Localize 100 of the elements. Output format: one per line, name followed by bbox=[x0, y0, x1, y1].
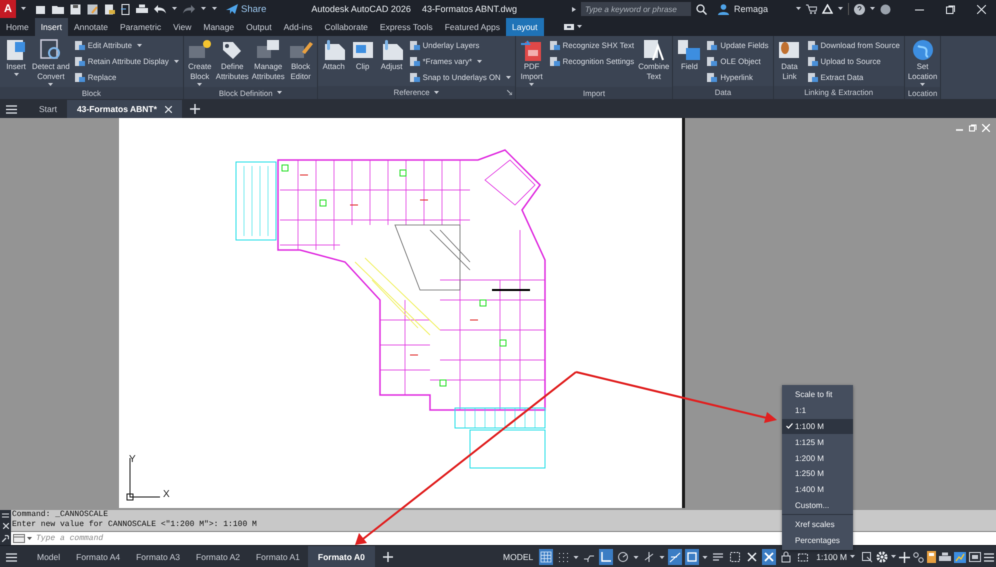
search-field[interactable]: Type a keyword or phrase bbox=[580, 2, 691, 16]
tracking-icon[interactable] bbox=[668, 549, 682, 565]
folder-icon[interactable] bbox=[52, 4, 64, 14]
polar-icon[interactable] bbox=[616, 549, 630, 565]
file-name: 43-Formatos ABNT.dwg bbox=[422, 4, 517, 14]
save-as-icon[interactable] bbox=[87, 4, 98, 14]
ribbon-tab[interactable]: Annotate bbox=[68, 18, 114, 36]
fullscreen-icon[interactable] bbox=[969, 552, 981, 562]
axis-label: Y bbox=[129, 454, 136, 465]
menu-icon[interactable] bbox=[6, 552, 17, 562]
document-tab[interactable]: Start bbox=[29, 100, 67, 118]
new-file-icon[interactable] bbox=[35, 4, 46, 14]
caret-icon[interactable] bbox=[796, 7, 802, 11]
ribbon-tab[interactable]: Home bbox=[0, 18, 35, 36]
app-logo[interactable]: A bbox=[0, 0, 16, 18]
help-icon[interactable] bbox=[854, 4, 866, 14]
settings-icon[interactable] bbox=[876, 551, 888, 563]
menu-item[interactable]: 1:400 M bbox=[782, 482, 853, 498]
menu-item[interactable]: 1:250 M bbox=[782, 466, 853, 482]
selection-icon[interactable] bbox=[728, 549, 742, 565]
ribbon-tab[interactable]: Express Tools bbox=[374, 18, 439, 36]
ribbon-tab[interactable]: Output bbox=[240, 18, 278, 36]
share-button[interactable]: Share bbox=[226, 4, 266, 14]
ribbon-tab[interactable]: Layout bbox=[506, 18, 544, 36]
document-icon bbox=[548, 56, 560, 67]
menu-item[interactable]: Percentages bbox=[782, 532, 853, 548]
document-icon bbox=[706, 40, 718, 51]
triangle-icon[interactable] bbox=[822, 4, 834, 14]
document-icon[interactable] bbox=[104, 4, 115, 14]
ribbon-tab[interactable]: View bbox=[167, 18, 198, 36]
close-icon[interactable] bbox=[164, 106, 172, 112]
caret-icon[interactable] bbox=[477, 60, 482, 64]
menu-icon[interactable] bbox=[984, 552, 994, 562]
caret-icon[interactable] bbox=[201, 7, 206, 11]
lock-icon[interactable] bbox=[779, 549, 794, 565]
caret-icon[interactable] bbox=[14, 73, 18, 77]
caret-icon[interactable] bbox=[212, 7, 217, 11]
sheet-tab[interactable]: Formato A3 bbox=[128, 546, 188, 567]
print-icon[interactable] bbox=[136, 4, 148, 14]
menu-item[interactable]: 1:125 M bbox=[782, 434, 853, 450]
user-name[interactable]: Remaga bbox=[734, 4, 768, 14]
caret-icon[interactable] bbox=[27, 536, 32, 540]
undo-icon[interactable] bbox=[154, 4, 166, 14]
print-icon[interactable] bbox=[939, 552, 951, 562]
scale-icon[interactable] bbox=[861, 551, 873, 563]
caret-icon[interactable] bbox=[870, 7, 876, 11]
caret-icon[interactable] bbox=[891, 555, 896, 559]
restore-icon[interactable] bbox=[946, 4, 955, 14]
grid-icon[interactable] bbox=[539, 549, 554, 565]
menu-item[interactable]: 1:200 M bbox=[782, 450, 853, 466]
caret-icon[interactable] bbox=[850, 555, 855, 559]
add-tab-icon[interactable] bbox=[190, 104, 200, 114]
caret-icon[interactable] bbox=[838, 7, 844, 11]
sheet-tab[interactable]: Formato A4 bbox=[68, 546, 128, 567]
caret-icon[interactable] bbox=[136, 44, 142, 48]
cart-icon[interactable] bbox=[806, 4, 818, 14]
model-button[interactable]: MODEL bbox=[503, 552, 534, 562]
caret-right-icon[interactable] bbox=[572, 6, 576, 12]
sheet-tab[interactable]: Formato A1 bbox=[248, 546, 308, 567]
chart-icon[interactable] bbox=[954, 552, 966, 562]
caret-icon[interactable] bbox=[21, 7, 26, 11]
caret-icon[interactable] bbox=[506, 76, 511, 80]
sheet-tab[interactable]: Formato A0 bbox=[308, 546, 375, 567]
save-icon[interactable] bbox=[70, 4, 81, 14]
annotation-scale-button[interactable]: 1:100 M bbox=[816, 552, 855, 562]
menu-item[interactable]: Scale to fit bbox=[782, 387, 853, 403]
user-icon[interactable] bbox=[718, 4, 729, 14]
menu-item[interactable]: 1:100 M bbox=[782, 418, 853, 434]
menu-item[interactable]: Xref scales bbox=[782, 516, 853, 532]
add-tab-icon[interactable] bbox=[382, 552, 393, 562]
check-icon bbox=[786, 423, 793, 430]
caret-icon[interactable] bbox=[174, 60, 179, 64]
ribbon-tab[interactable]: Add-ins bbox=[278, 18, 318, 36]
wrench-icon[interactable] bbox=[2, 535, 9, 542]
snap-icon[interactable] bbox=[685, 549, 700, 565]
ribbon-tab[interactable]: Insert bbox=[34, 18, 68, 36]
dialog-launcher-icon[interactable] bbox=[506, 90, 512, 95]
caret-icon[interactable] bbox=[434, 90, 439, 94]
menu-item[interactable]: Custom... bbox=[782, 498, 853, 514]
menu-icon[interactable] bbox=[6, 104, 17, 114]
redo-icon[interactable] bbox=[183, 4, 195, 14]
search-icon[interactable] bbox=[696, 4, 707, 14]
close-icon[interactable] bbox=[977, 4, 986, 14]
close-icon[interactable] bbox=[2, 523, 8, 530]
plus-icon[interactable] bbox=[899, 552, 910, 562]
document-tab[interactable]: 43-Formatos ABNT* bbox=[66, 100, 182, 118]
command-icon[interactable] bbox=[13, 534, 25, 543]
caret-icon[interactable] bbox=[172, 7, 177, 11]
command-input-field[interactable]: Type a command bbox=[34, 533, 338, 544]
ribbon-tab[interactable]: Featured Apps bbox=[438, 18, 506, 36]
caret-icon[interactable] bbox=[576, 25, 582, 29]
caret-icon[interactable] bbox=[276, 91, 282, 95]
sheet-tab[interactable]: Formato A2 bbox=[188, 546, 248, 567]
sheet-tab[interactable]: Model bbox=[29, 546, 68, 567]
menu-item[interactable]: 1:1 bbox=[782, 402, 853, 419]
ribbon-tab[interactable]: Manage bbox=[197, 18, 240, 36]
grip-icon[interactable] bbox=[2, 512, 9, 518]
ribbon-tab[interactable]: Collaborate bbox=[318, 18, 374, 36]
ribbon-tab[interactable]: Parametric bbox=[114, 18, 168, 36]
ortho-icon[interactable] bbox=[599, 549, 614, 565]
